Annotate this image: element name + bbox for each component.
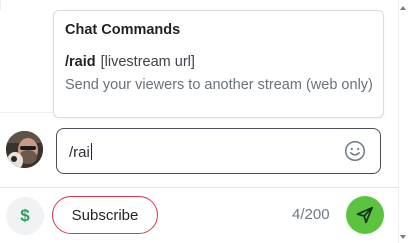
scrollbar[interactable]	[398, 0, 409, 243]
send-button[interactable]	[346, 196, 384, 234]
chat-input-value[interactable]: /rai	[69, 143, 92, 161]
command-description: Send your viewers to another stream (web…	[65, 77, 373, 93]
dollar-sign-icon[interactable]: $	[6, 197, 44, 235]
command-name: /raid	[65, 54, 96, 70]
chat-divider	[0, 112, 52, 113]
avatar-image	[6, 131, 43, 168]
subscribe-button[interactable]: Subscribe	[52, 196, 158, 234]
command-argument: [livestream url]	[100, 54, 195, 70]
chat-divider	[0, 0, 1, 10]
paper-plane-icon	[356, 206, 373, 224]
text-caret	[90, 143, 92, 160]
popup-title: Chat Commands	[65, 22, 181, 38]
character-counter: 4/200	[292, 206, 330, 223]
chat-commands-popup: Chat Commands /raid [livestream url] Send…	[53, 10, 384, 118]
footer-divider	[0, 187, 398, 188]
scroll-down-arrow-icon[interactable]	[400, 235, 406, 239]
smiley-face-icon[interactable]	[344, 140, 366, 162]
chat-panel: Chat Commands /raid [livestream url] Send…	[0, 0, 409, 243]
user-avatar[interactable]	[6, 131, 43, 168]
command-suggestion-raid[interactable]: /raid [livestream url]	[65, 54, 195, 70]
scroll-up-arrow-icon[interactable]	[400, 6, 406, 10]
chat-message-input[interactable]: /rai	[56, 128, 381, 174]
